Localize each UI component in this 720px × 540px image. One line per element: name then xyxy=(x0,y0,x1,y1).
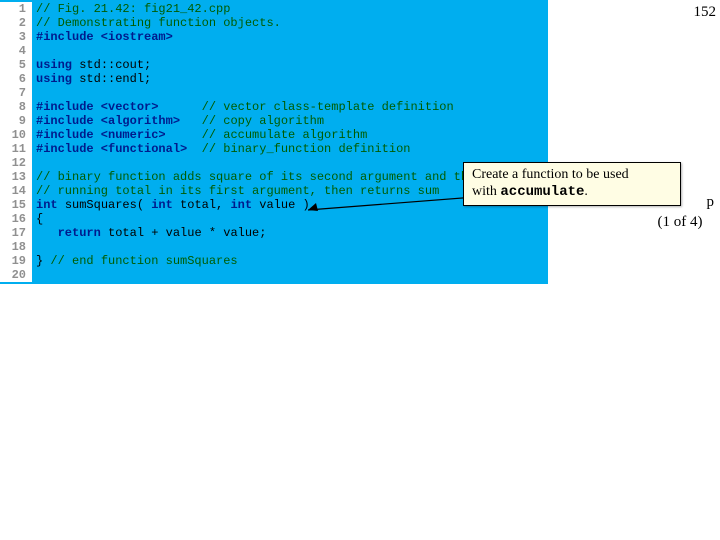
line-number: 7 xyxy=(0,86,32,100)
code-line: 11#include <functional> // binary_functi… xyxy=(0,142,548,156)
code-line: 20 xyxy=(0,268,548,282)
code-line: 17 return total + value * value; xyxy=(0,226,548,240)
code-text: // Fig. 21.42: fig21_42.cpp xyxy=(32,2,230,16)
code-text: #include <numeric> // accumulate algorit… xyxy=(32,128,367,142)
code-text: #include <algorithm> // copy algorithm xyxy=(32,114,324,128)
code-line: 2// Demonstrating function objects. xyxy=(0,16,548,30)
line-number: 9 xyxy=(0,114,32,128)
line-number: 5 xyxy=(0,58,32,72)
code-line: 16{ xyxy=(0,212,548,226)
code-text: #include <iostream> xyxy=(32,30,173,44)
line-number: 19 xyxy=(0,254,32,268)
code-listing: 1// Fig. 21.42: fig21_42.cpp2// Demonstr… xyxy=(0,0,548,284)
page-number: 152 xyxy=(694,4,717,21)
line-number: 20 xyxy=(0,268,32,282)
code-text: // binary function adds square of its se… xyxy=(32,170,475,184)
line-number: 12 xyxy=(0,156,32,170)
line-number: 2 xyxy=(0,16,32,30)
code-line: 7 xyxy=(0,86,548,100)
line-number: 6 xyxy=(0,72,32,86)
code-text: // running total in its first argument, … xyxy=(32,184,439,198)
code-text: #include <vector> // vector class-templa… xyxy=(32,100,454,114)
side-label-filename-tail: p xyxy=(640,193,720,213)
line-number: 14 xyxy=(0,184,32,198)
line-number: 17 xyxy=(0,226,32,240)
code-line: 4 xyxy=(0,44,548,58)
code-line: 8#include <vector> // vector class-templ… xyxy=(0,100,548,114)
code-line: 3#include <iostream> xyxy=(0,30,548,44)
code-line: 18 xyxy=(0,240,548,254)
code-text: // Demonstrating function objects. xyxy=(32,16,281,30)
code-line: 10#include <numeric> // accumulate algor… xyxy=(0,128,548,142)
line-number: 4 xyxy=(0,44,32,58)
line-number: 18 xyxy=(0,240,32,254)
callout-line2-prefix: with xyxy=(472,184,500,199)
code-text: #include <functional> // binary_function… xyxy=(32,142,410,156)
line-number: 10 xyxy=(0,128,32,142)
side-label-part: (1 of 4) xyxy=(640,213,720,233)
line-number: 16 xyxy=(0,212,32,226)
line-number: 3 xyxy=(0,30,32,44)
code-text: using std::cout; xyxy=(32,58,151,72)
code-line: 5using std::cout; xyxy=(0,58,548,72)
line-number: 15 xyxy=(0,198,32,212)
line-number: 11 xyxy=(0,142,32,156)
code-line: 9#include <algorithm> // copy algorithm xyxy=(0,114,548,128)
line-number: 13 xyxy=(0,170,32,184)
callout-line1: Create a function to be used xyxy=(472,167,672,184)
code-text: using std::endl; xyxy=(32,72,151,86)
code-line: 6using std::endl; xyxy=(0,72,548,86)
callout-line2-code: accumulate xyxy=(500,184,584,200)
code-line: 19} // end function sumSquares xyxy=(0,254,548,268)
line-number: 8 xyxy=(0,100,32,114)
code-line: 1// Fig. 21.42: fig21_42.cpp xyxy=(0,2,548,16)
line-number: 1 xyxy=(0,2,32,16)
code-text: } // end function sumSquares xyxy=(32,254,238,268)
side-label: p (1 of 4) xyxy=(640,193,720,232)
code-text: return total + value * value; xyxy=(32,226,266,240)
code-text: { xyxy=(32,212,43,226)
code-text: int sumSquares( int total, int value ) xyxy=(32,198,310,212)
callout-line2-suffix: . xyxy=(584,184,588,199)
